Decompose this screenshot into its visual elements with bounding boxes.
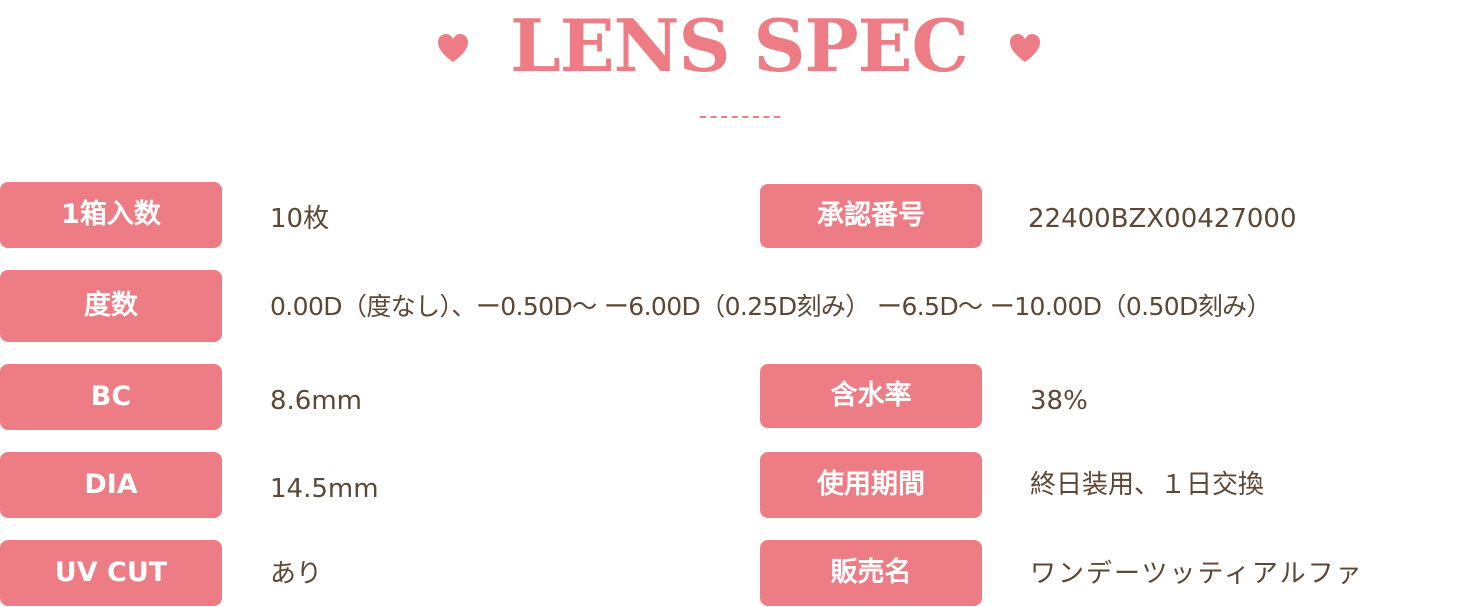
value-count: 10枚 (270, 204, 330, 234)
label-dia: DIA (0, 452, 222, 518)
title-divider (700, 116, 780, 118)
label-period: 使用期間 (760, 452, 982, 518)
label-sales-name: 販売名 (760, 540, 982, 606)
label-power: 度数 (0, 270, 222, 342)
label-water: 含水率 (760, 364, 982, 428)
value-approval: 22400BZX00427000 (1028, 204, 1297, 234)
label-bc: BC (0, 364, 222, 430)
value-period: 終日装用、１日交換 (1030, 470, 1265, 500)
heart-icon (1010, 34, 1040, 62)
value-power: 0.00D（度なし）、ー0.50D〜 ー6.00D（0.25D刻み） ー6.5D… (270, 292, 1272, 321)
value-bc: 8.6mm (270, 386, 363, 416)
value-dia: 14.5mm (270, 474, 379, 504)
page-title: LENS SPEC (510, 3, 969, 88)
label-count: 1箱入数 (0, 182, 222, 248)
value-water: 38% (1030, 386, 1088, 416)
label-uv: UV CUT (0, 540, 222, 606)
title-section: LENS SPEC (0, 0, 1478, 100)
value-uv: あり (270, 559, 323, 589)
label-approval: 承認番号 (760, 184, 982, 248)
value-sales-name: ワンデーツッティアルファ (1030, 559, 1364, 589)
